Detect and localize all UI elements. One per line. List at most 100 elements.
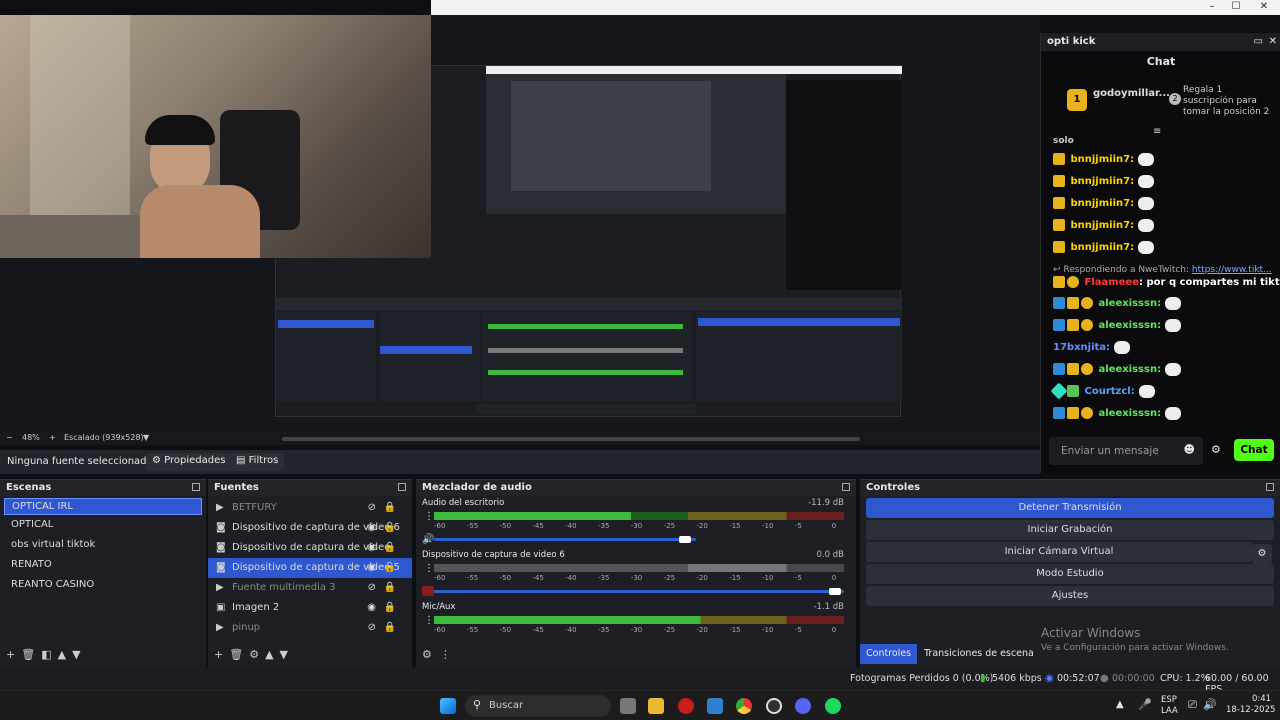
speaker-icon[interactable]: 🔊 [422, 534, 434, 545]
lock-icon[interactable]: 🔒 [384, 538, 396, 558]
pinned-user[interactable]: godoymillar... [1093, 88, 1170, 99]
spotify-icon[interactable] [825, 698, 841, 714]
properties-button[interactable]: ⚙ Propiedades [146, 453, 232, 471]
muted-speaker-icon[interactable] [422, 586, 434, 596]
clock-time[interactable]: 0:41 [1252, 694, 1271, 704]
chevron-up-icon[interactable]: ▲ [265, 648, 279, 661]
source-item[interactable]: ▶ BETFURY ⊘ 🔒 [208, 498, 412, 518]
stop-stream-button[interactable]: Detener Transmisión [866, 498, 1274, 518]
chevron-down-icon[interactable]: ▼ [280, 648, 294, 661]
chat-username[interactable]: bnnjjmiin7: [1070, 176, 1134, 187]
eye-hidden-icon[interactable]: ⊘ [368, 618, 376, 638]
scene-item-optical[interactable]: OPTICAL [4, 515, 202, 535]
scene-item-renato[interactable]: RENATO [4, 555, 202, 575]
emoji-icon[interactable]: ☻ [1184, 443, 1195, 456]
chat-username[interactable]: aleexisssn: [1098, 298, 1161, 309]
kebab-menu-icon[interactable]: ⋮ [440, 648, 459, 661]
source-item[interactable]: ◙ Dispositivo de captura de video 6 ◉ 🔒 [208, 518, 412, 538]
close-icon[interactable]: ✕ [1269, 36, 1277, 47]
task-view-icon[interactable] [620, 698, 636, 714]
app-icon[interactable] [707, 698, 723, 714]
gear-icon[interactable]: ⚙ [1211, 443, 1221, 456]
chat-username[interactable]: bnnjjmiin7: [1070, 154, 1134, 165]
lock-icon[interactable]: 🔒 [384, 498, 396, 518]
source-item[interactable]: ▶ Fuente multimedia 3 ⊘ 🔒 [208, 578, 412, 598]
source-item[interactable]: ◙ Dispositivo de captura de video 5 ◉ 🔒 [208, 558, 412, 578]
chevron-down-icon[interactable]: ▼ [143, 433, 149, 442]
trash-icon[interactable]: 🗑 [21, 648, 41, 661]
eye-icon[interactable]: ◉ [367, 518, 376, 538]
add-icon[interactable]: + [214, 648, 229, 661]
scene-item-obs-virtual-tiktok[interactable]: obs virtual tiktok [4, 535, 202, 555]
eye-icon[interactable]: ◉ [367, 538, 376, 558]
eye-icon[interactable]: ◉ [367, 558, 376, 578]
preview-scrollbar[interactable] [282, 437, 860, 441]
source-item[interactable]: ◙ Dispositivo de captura de video ◉ 🔒 [208, 538, 412, 558]
lock-icon[interactable]: 🔒 [384, 598, 396, 618]
start-virtual-cam-button[interactable]: Iniciar Cámara Virtual [866, 542, 1252, 562]
chat-username[interactable]: aleexisssn: [1098, 408, 1161, 419]
chevron-down-icon[interactable]: ▼ [72, 648, 86, 661]
obs-icon[interactable] [766, 698, 782, 714]
volume-icon[interactable]: 🔊 [1203, 698, 1217, 711]
chevron-up-icon[interactable]: ▲ [1116, 699, 1124, 710]
volume-slider[interactable] [434, 538, 696, 541]
kebab-menu-icon[interactable]: ⋮ [424, 615, 434, 626]
source-item[interactable]: ▶ pinup ⊘ 🔒 [208, 618, 412, 638]
popout-icon[interactable] [842, 483, 850, 491]
lock-icon[interactable]: 🔒 [384, 558, 396, 578]
preview-canvas[interactable] [0, 15, 1040, 433]
discord-icon[interactable] [795, 698, 811, 714]
maximize-button[interactable]: ☐ [1224, 0, 1248, 15]
lock-icon[interactable]: 🔒 [384, 518, 396, 538]
settings-button[interactable]: Ajustes [866, 586, 1274, 606]
chevron-up-icon[interactable]: ▲ [58, 648, 72, 661]
scene-item-optical-irl[interactable]: OPTICAL IRL [4, 498, 202, 515]
volume-slider[interactable] [434, 590, 844, 593]
studio-mode-button[interactable]: Modo Estudio [866, 564, 1274, 584]
kebab-menu-icon[interactable]: ⋮ [424, 511, 434, 522]
advanced-audio-icon[interactable]: ⚙ [422, 648, 440, 661]
chrome-icon[interactable] [736, 698, 752, 714]
microphone-icon[interactable]: 🎤 [1138, 698, 1152, 711]
eye-hidden-icon[interactable]: ⊘ [368, 578, 376, 598]
send-chat-button[interactable]: Chat [1234, 439, 1274, 461]
close-button[interactable]: ✕ [1252, 0, 1276, 15]
lock-icon[interactable]: 🔒 [384, 578, 396, 598]
filter-icon[interactable]: ◧ [41, 648, 57, 661]
popout-icon[interactable]: ▭ [1254, 36, 1263, 47]
volume-knob[interactable] [679, 536, 691, 543]
chat-username[interactable]: 17bxnjita: [1053, 342, 1110, 353]
zoom-out-button[interactable]: − [6, 433, 13, 442]
volume-knob[interactable] [829, 588, 841, 595]
chat-username[interactable]: Flaameee [1084, 277, 1139, 288]
taskbar-search[interactable]: ⚲ Buscar [465, 695, 611, 717]
keyboard-layout[interactable]: LAA [1161, 706, 1178, 716]
minimize-button[interactable]: – [1200, 0, 1224, 15]
eye-icon[interactable]: ◉ [367, 598, 376, 618]
add-icon[interactable]: + [6, 648, 21, 661]
tab-controls[interactable]: Controles [860, 644, 918, 664]
source-item[interactable]: ▣ Imagen 2 ◉ 🔒 [208, 598, 412, 618]
tab-scene-transitions[interactable]: Transiciones de escena [918, 644, 1040, 664]
eye-hidden-icon[interactable]: ⊘ [368, 498, 376, 518]
kebab-menu-icon[interactable]: ⋮ [424, 563, 434, 574]
popout-icon[interactable] [192, 483, 200, 491]
popout-icon[interactable] [398, 483, 406, 491]
chat-username[interactable]: Courtzcl: [1084, 386, 1134, 397]
filters-button[interactable]: ▤ Filtros [230, 453, 285, 471]
chat-username[interactable]: aleexisssn: [1098, 364, 1161, 375]
chat-username[interactable]: aleexisssn: [1098, 320, 1161, 331]
trash-icon[interactable]: 🗑 [229, 648, 249, 661]
chat-input[interactable]: Enviar un mensaje ☻ [1049, 437, 1203, 465]
start-recording-button[interactable]: Iniciar Grabación [866, 520, 1274, 540]
network-icon[interactable]: ⎚ [1188, 698, 1197, 712]
chat-username[interactable]: bnnjjmiin7: [1070, 198, 1134, 209]
windows-start-icon[interactable] [440, 698, 456, 714]
zoom-in-button[interactable]: + [49, 433, 56, 442]
lock-icon[interactable]: 🔒 [384, 618, 396, 638]
chat-username[interactable]: bnnjjmiin7: [1070, 242, 1134, 253]
gear-icon[interactable]: ⚙ [1252, 544, 1272, 564]
popout-icon[interactable] [1266, 483, 1274, 491]
scene-item-reanto-casino[interactable]: REANTO CASINO [4, 575, 202, 595]
